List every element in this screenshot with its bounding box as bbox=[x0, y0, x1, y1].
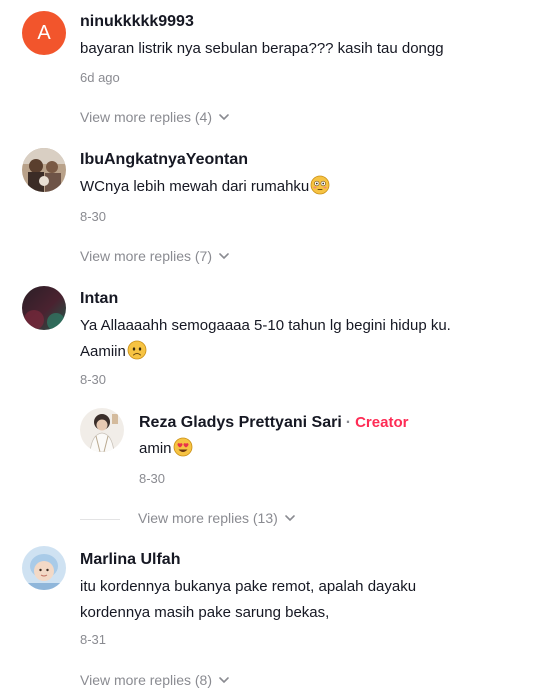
comment-username[interactable]: Marlina Ulfah bbox=[80, 551, 180, 569]
comment-date: 8-31 bbox=[80, 632, 107, 647]
avatar-photo bbox=[22, 546, 66, 590]
avatar-photo bbox=[80, 408, 124, 452]
view-more-replies-button[interactable]: View more replies (8) bbox=[80, 672, 230, 688]
creator-badge: Creator bbox=[355, 414, 409, 431]
separator-dot: · bbox=[345, 414, 352, 431]
comment-text: WCnya lebih mewah dari rumahku bbox=[80, 174, 530, 200]
comment-text-line: Aamiin bbox=[80, 339, 530, 365]
heart-eyes-emoji-icon bbox=[173, 437, 192, 457]
comment-date: 6d ago bbox=[80, 70, 120, 85]
comment-text: itu kordennya bukanya pake remot, apalah… bbox=[80, 574, 530, 626]
comment-username[interactable]: Intan bbox=[80, 290, 118, 308]
comment-text-content: WCnya lebih mewah dari rumahku bbox=[80, 178, 310, 195]
comment-username[interactable]: ninukkkkk9993 bbox=[80, 13, 194, 31]
comment-text-line: Ya Allaaaahh semogaaaa 5-10 tahun lg beg… bbox=[80, 317, 451, 334]
avatar[interactable] bbox=[22, 148, 66, 192]
chevron-down-icon bbox=[219, 677, 229, 684]
comment-text: Ya Allaaaahh semogaaaa 5-10 tahun lg beg… bbox=[80, 313, 530, 365]
comment-text-line: itu kordennya bukanya pake remot, apalah… bbox=[80, 578, 417, 595]
avatar-photo bbox=[22, 148, 66, 192]
comment-text-content: Aamiin bbox=[80, 343, 126, 360]
flushed-emoji-icon bbox=[310, 175, 330, 195]
reply-text-content: amin bbox=[139, 440, 172, 457]
view-more-replies-button[interactable]: View more replies (7) bbox=[80, 248, 230, 264]
avatar-photo bbox=[22, 286, 66, 330]
view-more-replies-label: View more replies (7) bbox=[80, 248, 213, 264]
view-more-replies-label: View more replies (4) bbox=[80, 109, 213, 125]
comment-username[interactable]: IbuAngkatnyaYeontan bbox=[80, 151, 248, 169]
view-more-replies-button[interactable]: View more replies (4) bbox=[80, 109, 230, 125]
reply-username[interactable]: Reza Gladys Prettyani Sari bbox=[139, 414, 342, 431]
reply-text: amin bbox=[139, 436, 519, 462]
divider bbox=[80, 519, 120, 520]
avatar[interactable]: A bbox=[22, 11, 66, 55]
comment-text: bayaran listrik nya sebulan berapa??? ka… bbox=[80, 40, 444, 57]
avatar[interactable] bbox=[22, 286, 66, 330]
view-more-replies-label: View more replies (8) bbox=[80, 672, 213, 688]
comment-date: 8-30 bbox=[80, 209, 107, 224]
comment-date: 8-30 bbox=[80, 372, 107, 387]
avatar[interactable] bbox=[22, 546, 66, 590]
view-more-replies-label: View more replies (13) bbox=[138, 510, 278, 526]
chevron-down-icon bbox=[219, 253, 229, 260]
avatar-letter: A bbox=[37, 21, 51, 44]
chevron-down-icon bbox=[219, 114, 229, 121]
comment-text-line: kordennya masih pake sarung bekas, bbox=[80, 604, 330, 621]
chevron-down-icon bbox=[284, 515, 295, 522]
view-more-replies-button[interactable]: View more replies (13) bbox=[138, 510, 296, 526]
sad-emoji-icon bbox=[127, 340, 147, 360]
reply-date: 8-30 bbox=[139, 471, 166, 486]
reply-username-row: Reza Gladys Prettyani Sari · Creator bbox=[139, 414, 408, 432]
avatar[interactable] bbox=[80, 408, 124, 452]
